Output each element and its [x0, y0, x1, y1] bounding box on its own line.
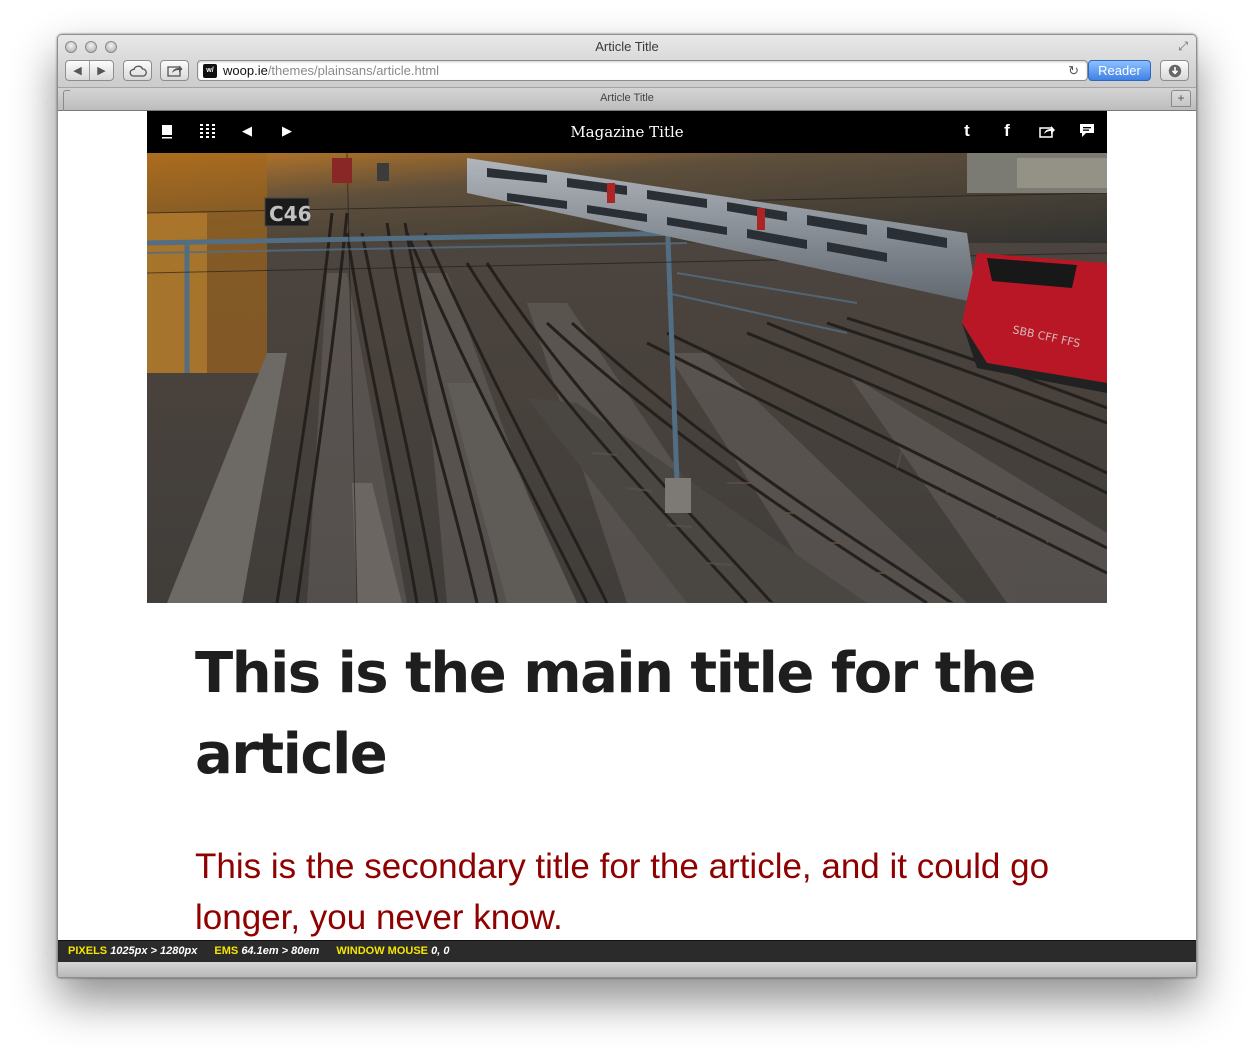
- article-main-title: This is the main title for the article: [195, 641, 1036, 787]
- new-tab-button[interactable]: +: [1171, 90, 1191, 107]
- share-icon: [166, 65, 182, 77]
- hero-image: SBB CFF FFS C46: [147, 153, 1107, 603]
- debug-ems-label: EMS: [214, 945, 239, 957]
- magazine-toolbar: ◀ ▶ Magazine Title t f: [147, 111, 1107, 153]
- back-forward-buttons: ◀ ▶: [65, 60, 114, 81]
- icloud-button[interactable]: [123, 60, 152, 81]
- fullscreen-icon[interactable]: ⤢: [1178, 39, 1188, 54]
- debug-mouse-label: WINDOW MOUSE: [336, 945, 429, 957]
- reader-button[interactable]: Reader: [1088, 60, 1151, 81]
- debug-pixels-label: PIXELS: [68, 945, 108, 957]
- comment-icon[interactable]: [1075, 111, 1099, 153]
- tab-article-title[interactable]: Article Title: [58, 92, 1196, 104]
- tab-bar: Article Title +: [58, 87, 1196, 111]
- forward-arrow-icon[interactable]: ▶: [90, 64, 113, 77]
- site-favicon: w/: [203, 64, 217, 78]
- debug-ems-value: 64.1em > 80em: [241, 945, 320, 957]
- railway-photo: SBB CFF FFS C46: [147, 153, 1107, 603]
- debug-bar: PIXELS 1025px > 1280px EMS 64.1em > 80em…: [58, 940, 1196, 962]
- window-title: Article Title: [595, 39, 659, 54]
- back-arrow-icon[interactable]: ◀: [66, 64, 89, 77]
- window-bottom-frame: [58, 962, 1196, 977]
- share-icon[interactable]: [1035, 111, 1059, 153]
- twitter-icon[interactable]: t: [955, 111, 979, 153]
- facebook-icon[interactable]: f: [995, 111, 1019, 153]
- download-button[interactable]: [1160, 60, 1189, 81]
- url-path: /themes/plainsans/article.html: [267, 63, 440, 78]
- debug-pixels-value: 1025px > 1280px: [110, 945, 198, 957]
- url-host: woop.ie: [223, 63, 268, 78]
- debug-mouse-value: 0, 0: [431, 945, 450, 957]
- reload-icon[interactable]: ↻: [1068, 61, 1079, 80]
- article: This is the main title for the article T…: [195, 633, 1075, 940]
- download-icon: [1168, 64, 1181, 77]
- icloud-icon: [129, 65, 147, 77]
- address-bar[interactable]: w/ woop.ie/themes/plainsans/article.html…: [197, 60, 1088, 81]
- url-text[interactable]: woop.ie/themes/plainsans/article.html: [223, 61, 439, 80]
- page-content: ◀ ▶ Magazine Title t f SBB CFF FFS C46 T…: [58, 111, 1196, 940]
- browser-window: Article Title ⤢ ◀ ▶ w/ woop.ie/themes/pl…: [57, 34, 1197, 978]
- article-subtitle: This is the secondary title for the arti…: [195, 847, 1050, 937]
- browser-chrome: Article Title ⤢ ◀ ▶ w/ woop.ie/themes/pl…: [58, 35, 1196, 111]
- share-button[interactable]: [160, 60, 189, 81]
